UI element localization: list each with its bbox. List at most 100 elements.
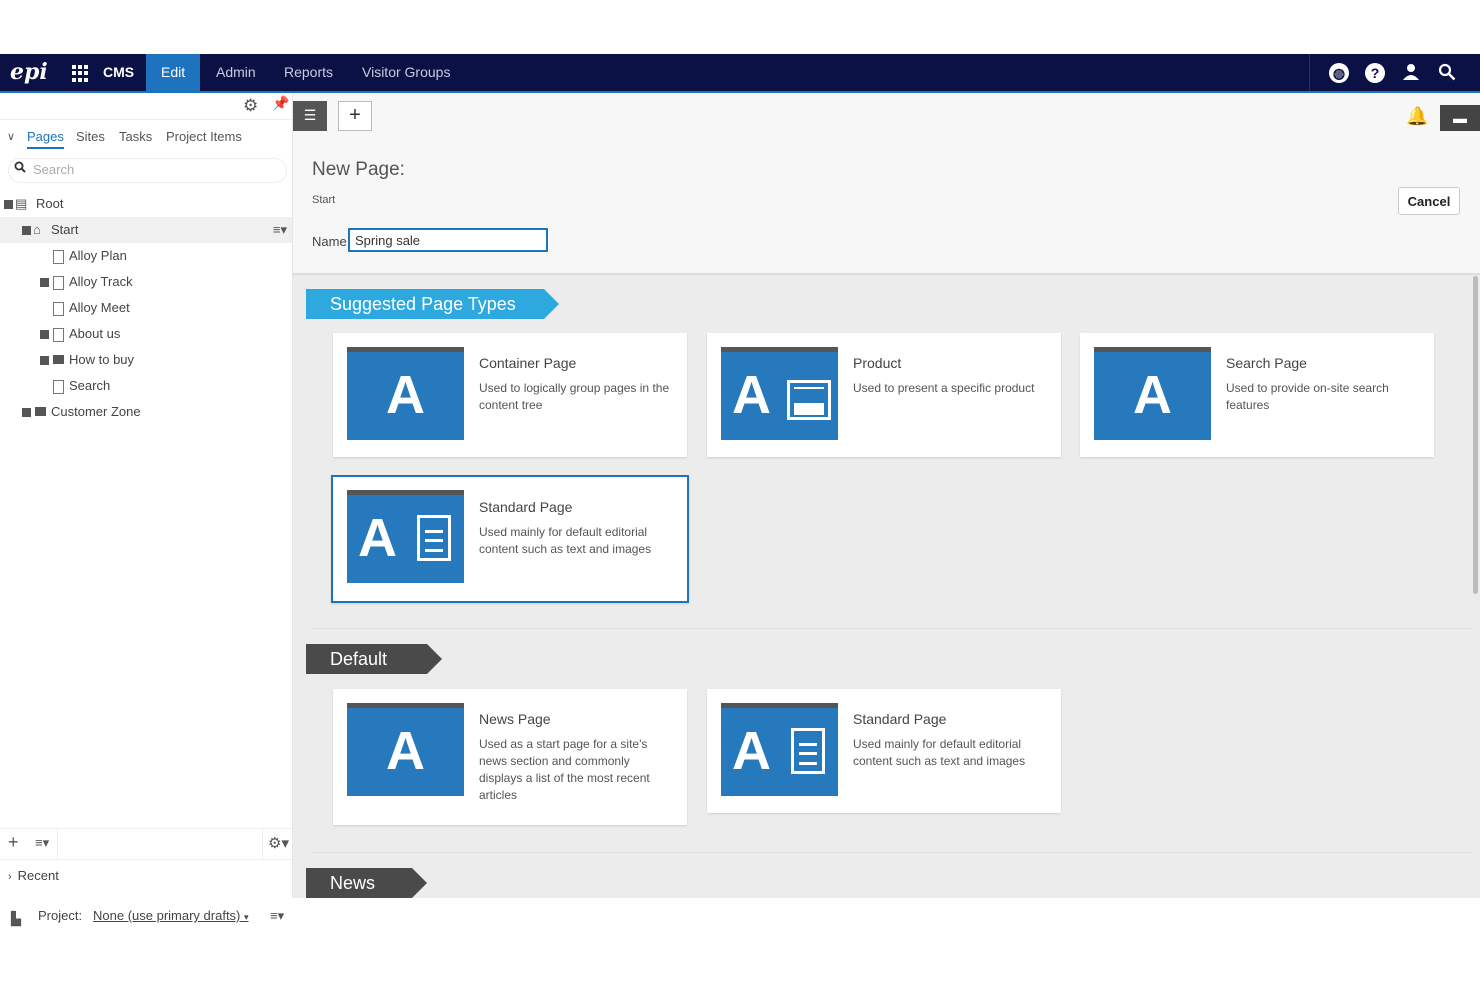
nav-visitor-groups[interactable]: Visitor Groups: [347, 54, 465, 91]
tree-item-search[interactable]: Search: [0, 373, 292, 399]
page-icon: [53, 380, 64, 394]
pane-tabs: ∨ Pages Sites Tasks Project Items: [0, 125, 292, 151]
card-title: Search Page: [1226, 355, 1307, 371]
divider: [262, 829, 263, 859]
tree-item-label: Root: [36, 196, 64, 211]
page-type-card-search[interactable]: A Search Page Used to provide on-site se…: [1080, 333, 1434, 457]
card-title: Container Page: [479, 355, 577, 371]
main-content: ☰ + 🔔 ▬ New Page: Start Cancel Name Sugg…: [293, 93, 1480, 898]
page-icon: [53, 250, 64, 264]
page-icon: [53, 302, 64, 316]
add-icon[interactable]: +: [8, 832, 19, 853]
nav-right-tools: ◍ ?: [1309, 54, 1480, 91]
divider: [57, 829, 58, 859]
recent-label: Recent: [17, 868, 59, 883]
nav-edit[interactable]: Edit: [146, 54, 201, 91]
standard-page-icon: A: [347, 490, 464, 583]
expand-icon[interactable]: [40, 330, 49, 339]
top-navigation: epi CMS Edit Admin Reports Visitor Group…: [0, 54, 1480, 93]
page-type-card-news[interactable]: A News Page Used as a start page for a s…: [333, 689, 687, 825]
standard-page-icon: A: [721, 703, 838, 796]
card-description: Used mainly for default editorial conten…: [479, 525, 652, 556]
tree-item-label: About us: [69, 326, 121, 341]
tree-item-start[interactable]: ⌂ Start ≡▾: [0, 217, 292, 243]
tree-item-label: Search: [69, 378, 111, 393]
nav-reports[interactable]: Reports: [269, 54, 348, 91]
page-type-card-product[interactable]: A Product Used to present a specific pro…: [707, 333, 1061, 457]
product-name[interactable]: CMS: [103, 64, 134, 80]
context-menu-icon[interactable]: ≡▾: [273, 217, 287, 243]
page-name-input[interactable]: [348, 228, 548, 252]
page-icon: [53, 276, 64, 290]
card-title: News Page: [479, 711, 551, 727]
product-page-icon: A: [721, 347, 838, 440]
card-description: Used to logically group pages in the con…: [479, 381, 670, 412]
tree-item-root[interactable]: ▤ Root: [0, 191, 292, 217]
recent-toggle[interactable]: › Recent: [8, 868, 59, 883]
scrollbar[interactable]: [1473, 276, 1478, 594]
tree-item-label: Start: [51, 222, 79, 237]
episerver-logo[interactable]: epi: [10, 60, 54, 84]
tree-item-label: Alloy Meet: [69, 300, 130, 315]
gear-icon[interactable]: ⚙▾: [268, 834, 289, 852]
page-type-card-container[interactable]: A Container Page Used to logically group…: [333, 333, 687, 457]
tree-item-about-us[interactable]: About us: [0, 321, 292, 347]
project-icon: ▙: [11, 911, 21, 926]
app-grid-icon[interactable]: [72, 65, 89, 82]
tree-toggle-button[interactable]: ☰: [293, 101, 327, 131]
project-selector[interactable]: None (use primary drafts) ▾: [93, 908, 249, 923]
tree-item-alloy-meet[interactable]: Alloy Meet: [0, 295, 292, 321]
tab-project-items[interactable]: Project Items: [166, 129, 242, 144]
tree-actions-bar: + ≡▾ ⚙▾: [0, 828, 292, 860]
collapse-chevron-icon[interactable]: ∨: [7, 130, 15, 143]
card-description: Used to provide on-site search features: [1226, 381, 1389, 412]
expand-icon[interactable]: [22, 408, 31, 417]
card-description: Used as a start page for a site's news s…: [479, 737, 650, 802]
tree-item-label: Alloy Track: [69, 274, 133, 289]
tree-item-label: How to buy: [69, 352, 135, 367]
cms-app: epi CMS Edit Admin Reports Visitor Group…: [0, 54, 1480, 898]
card-description: Used mainly for default editorial conten…: [853, 737, 1026, 768]
globe-icon[interactable]: ◍: [1329, 63, 1349, 83]
pane-toolbar: ⚙ 📌: [0, 93, 292, 120]
name-label: Name: [312, 234, 347, 249]
tree-item-label: Customer Zone: [51, 404, 141, 419]
page-type-card-standard-default[interactable]: A Standard Page Used mainly for default …: [707, 689, 1061, 813]
bell-icon[interactable]: 🔔: [1406, 106, 1428, 127]
user-icon[interactable]: [1401, 63, 1421, 83]
card-title: Product: [853, 355, 902, 371]
section-header-default: Default: [306, 644, 442, 674]
navigation-pane: ⚙ 📌 ∨ Pages Sites Tasks Project Items ▤ …: [0, 93, 293, 898]
tree-item-alloy-track[interactable]: Alloy Track: [0, 269, 292, 295]
tree-search-input[interactable]: [31, 161, 275, 178]
expand-icon[interactable]: [40, 356, 49, 365]
expand-icon[interactable]: [40, 278, 49, 287]
breadcrumb[interactable]: Start: [312, 194, 335, 206]
folder-icon: [35, 407, 46, 416]
nav-admin[interactable]: Admin: [201, 54, 271, 91]
tree-item-alloy-plan[interactable]: Alloy Plan: [0, 243, 292, 269]
assets-folder-button[interactable]: ▬: [1440, 105, 1480, 131]
add-content-button[interactable]: +: [338, 101, 372, 131]
collapse-icon[interactable]: [22, 226, 31, 235]
tab-tasks[interactable]: Tasks: [119, 129, 152, 144]
card-description: Used to present a specific product: [853, 381, 1035, 395]
news-page-icon: A: [347, 703, 464, 796]
project-label: Project:: [38, 908, 83, 923]
tab-pages[interactable]: Pages: [27, 129, 64, 149]
cancel-button[interactable]: Cancel: [1398, 187, 1460, 215]
list-menu-icon[interactable]: ≡▾: [35, 835, 49, 851]
tree-item-customer-zone[interactable]: Customer Zone: [0, 399, 292, 425]
section-header-suggested: Suggested Page Types: [306, 289, 559, 319]
pane-settings-icon[interactable]: ⚙: [243, 96, 258, 116]
root-icon: ▤: [15, 196, 28, 211]
tree-item-how-to-buy[interactable]: How to buy: [0, 347, 292, 373]
page-type-card-standard[interactable]: A Standard Page Used mainly for default …: [331, 475, 689, 603]
collapse-icon[interactable]: [4, 200, 13, 209]
help-icon[interactable]: ?: [1365, 63, 1385, 83]
tab-sites[interactable]: Sites: [76, 129, 105, 144]
page-icon: [53, 328, 64, 342]
search-icon[interactable]: [1437, 63, 1457, 83]
project-menu-icon[interactable]: ≡▾: [270, 908, 284, 924]
pin-icon[interactable]: 📌: [272, 95, 289, 112]
